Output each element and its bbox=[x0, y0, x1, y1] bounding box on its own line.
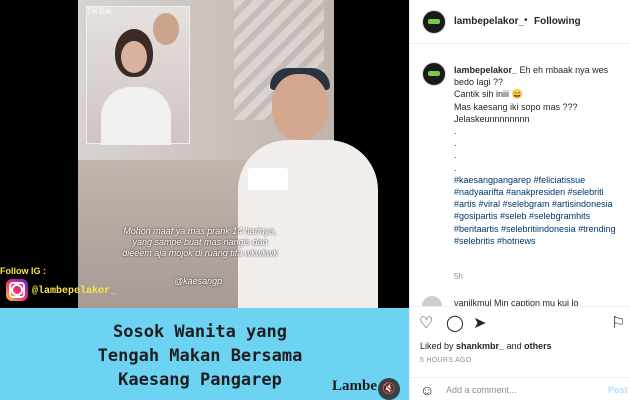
post-media[interactable]: TikTok Mohon maaf ya mas prank 14 hariny… bbox=[0, 0, 409, 400]
instagram-post-window: TikTok Mohon maaf ya mas prank 14 hariny… bbox=[0, 0, 630, 400]
post-actions: ♡ ◯ ➤ ⚐ Liked by shankmbr_ and others 5 … bbox=[410, 306, 630, 400]
speaker-muted-icon[interactable]: 🔇 bbox=[378, 378, 400, 400]
emoji-icon[interactable]: ☺ bbox=[420, 382, 434, 398]
caption-time: 5h bbox=[454, 272, 463, 281]
likes-summary: Liked by shankmbr_ and others bbox=[420, 341, 552, 351]
instagram-logo-icon bbox=[6, 279, 28, 301]
post-timestamp: 5 HOURS AGO bbox=[420, 357, 472, 364]
post-header: lambepelakor_ • Following bbox=[410, 0, 630, 44]
following-button[interactable]: Following bbox=[534, 16, 581, 27]
caption-text: lambepelakor_ Eh eh mbaak nya wes bedo l… bbox=[454, 64, 626, 247]
banner-logo: Lambe bbox=[332, 378, 377, 394]
inset-photo bbox=[86, 6, 190, 145]
liked-others-link[interactable]: others bbox=[524, 341, 552, 351]
caption-hashtags[interactable]: #kaesangpangarep #feliciatissue #nadyaar… bbox=[454, 174, 626, 247]
comment-icon[interactable]: ◯ bbox=[446, 316, 464, 332]
avatar[interactable] bbox=[422, 296, 442, 306]
man-face bbox=[272, 74, 328, 140]
caption-username[interactable]: lambepelakor_ bbox=[454, 65, 517, 75]
post-button[interactable]: Post bbox=[608, 385, 628, 395]
cake-box bbox=[248, 168, 288, 190]
heart-icon[interactable]: ♡ bbox=[419, 316, 433, 332]
video-tag-overlay: @kaesangp bbox=[174, 276, 223, 286]
liked-by-user[interactable]: shankmbr_ bbox=[456, 341, 504, 351]
comment-text: vanilkmul Min caption mu kui lo bbox=[454, 298, 579, 306]
comments-list[interactable]: lambepelakor_ Eh eh mbaak nya wes bedo l… bbox=[410, 44, 630, 306]
bookmark-icon[interactable]: ⚐ bbox=[611, 316, 625, 332]
man-body bbox=[238, 140, 378, 308]
separator-dot: • bbox=[524, 15, 528, 26]
share-icon[interactable]: ➤ bbox=[473, 316, 486, 332]
ig-handle-text: @lambepelakor_ bbox=[32, 286, 117, 297]
follow-ig-label: Follow IG : bbox=[0, 266, 46, 276]
add-comment-input[interactable] bbox=[446, 383, 596, 397]
tiktok-watermark: TikTok bbox=[86, 6, 112, 16]
avatar[interactable] bbox=[422, 62, 446, 86]
add-comment-row: ☺ Post bbox=[410, 377, 630, 400]
header-username[interactable]: lambepelakor_ bbox=[454, 16, 524, 27]
video-caption-overlay: Mohon maaf ya mas prank 14 harinya, yang… bbox=[122, 226, 278, 258]
avatar[interactable] bbox=[422, 10, 446, 34]
post-sidebar: lambepelakor_ • Following lambepelakor_ … bbox=[409, 0, 630, 400]
